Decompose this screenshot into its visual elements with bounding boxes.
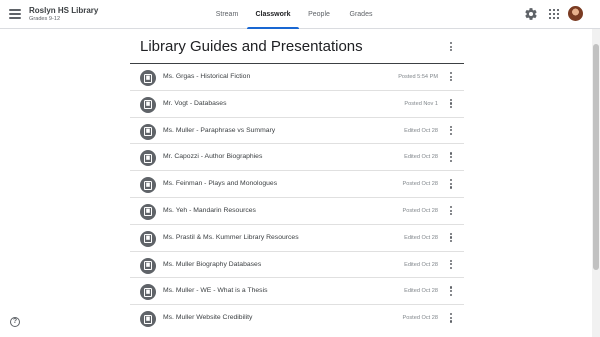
material-title: Mr. Capozzi - Author Biographies xyxy=(163,153,263,161)
list-item[interactable]: Ms. Prastil & Ms. Kummer Library Resourc… xyxy=(130,225,464,252)
more-vert-icon[interactable] xyxy=(449,98,453,111)
material-book-icon xyxy=(140,150,156,167)
more-vert-icon[interactable] xyxy=(449,259,453,272)
apps-grid-icon[interactable] xyxy=(547,7,561,21)
material-date: Posted Oct 28 xyxy=(402,315,438,322)
tab-stream[interactable]: Stream xyxy=(207,0,247,29)
user-avatar[interactable] xyxy=(568,6,583,21)
material-book-icon xyxy=(140,96,156,113)
material-title: Ms. Muller - WE - What is a Thesis xyxy=(163,287,268,295)
material-date: Posted Oct 28 xyxy=(402,181,438,188)
material-book-icon xyxy=(140,284,156,301)
material-title: Mr. Vogt - Databases xyxy=(163,99,227,107)
list-item[interactable]: Ms. Muller - Paraphrase vs Summary Edite… xyxy=(130,118,464,145)
material-date: Edited Oct 28 xyxy=(404,288,438,295)
list-item[interactable]: Ms. Grgas - Historical Fiction Posted 5:… xyxy=(130,64,464,91)
material-date: Edited Oct 28 xyxy=(404,127,438,134)
material-date: Posted Oct 28 xyxy=(402,207,438,214)
class-section: Grades 9-12 xyxy=(29,16,61,22)
more-vert-icon[interactable] xyxy=(449,152,453,164)
more-vert-icon[interactable] xyxy=(449,205,453,218)
material-date: Posted Nov 1 xyxy=(404,100,438,107)
list-item[interactable]: Ms. Feinman - Plays and Monologues Poste… xyxy=(130,171,464,198)
material-book-icon xyxy=(140,257,156,274)
list-item[interactable]: Ms. Muller - WE - What is a Thesis Edite… xyxy=(130,278,464,306)
list-item[interactable]: Ms. Muller Biography Databases Edited Oc… xyxy=(130,252,464,279)
more-vert-icon[interactable] xyxy=(449,42,453,54)
material-date: Edited Oct 28 xyxy=(404,261,438,268)
material-title: Ms. Muller Biography Databases xyxy=(163,260,262,268)
materials-list: Ms. Grgas - Historical Fiction Posted 5:… xyxy=(130,64,464,332)
hamburger-menu-icon[interactable] xyxy=(9,9,21,19)
tab-classwork[interactable]: Classwork xyxy=(247,0,299,29)
material-date: Posted 5:54 PM xyxy=(398,74,438,80)
list-item[interactable]: Mr. Capozzi - Author Biographies Edited … xyxy=(130,144,464,172)
material-book-icon xyxy=(140,177,156,194)
gear-icon[interactable] xyxy=(524,7,538,21)
material-title: Ms. Grgas - Historical Fiction xyxy=(163,73,251,80)
more-vert-icon[interactable] xyxy=(449,286,453,298)
top-app-bar: Roslyn HS Library Grades 9-12 Stream Cla… xyxy=(0,0,600,29)
material-book-icon xyxy=(140,123,156,140)
material-book-icon xyxy=(140,203,156,220)
material-date: Edited Oct 28 xyxy=(404,234,438,241)
list-item[interactable]: Mr. Vogt - Databases Posted Nov 1 xyxy=(130,91,464,118)
more-vert-icon[interactable] xyxy=(449,313,453,325)
more-vert-icon[interactable] xyxy=(449,125,453,138)
more-vert-icon[interactable] xyxy=(449,72,453,84)
more-vert-icon[interactable] xyxy=(449,232,453,245)
material-book-icon xyxy=(140,311,156,328)
material-title: Ms. Muller - Paraphrase vs Summary xyxy=(163,126,276,134)
material-title: Ms. Feinman - Plays and Monologues xyxy=(163,180,278,188)
material-title: Ms. Yeh - Mandarin Resources xyxy=(163,206,256,214)
help-icon[interactable]: ? xyxy=(10,317,20,327)
material-book-icon xyxy=(140,70,156,86)
list-item[interactable]: Ms. Yeh - Mandarin Resources Posted Oct … xyxy=(130,198,464,225)
topic-title: Library Guides and Presentations xyxy=(140,38,363,55)
tab-grades[interactable]: Grades xyxy=(339,0,383,29)
material-title: Ms. Prastil & Ms. Kummer Library Resourc… xyxy=(163,233,299,241)
scrollbar-thumb[interactable] xyxy=(593,44,599,270)
material-book-icon xyxy=(140,230,156,247)
material-date: Edited Oct 28 xyxy=(404,154,438,161)
list-item[interactable]: Ms. Muller Website Credibility Posted Oc… xyxy=(130,305,464,332)
class-name[interactable]: Roslyn HS Library xyxy=(29,6,98,15)
more-vert-icon[interactable] xyxy=(449,179,453,191)
material-title: Ms. Muller Website Credibility xyxy=(163,314,253,322)
tab-people[interactable]: People xyxy=(299,0,339,29)
nav-tabs: Stream Classwork People Grades xyxy=(207,0,383,29)
